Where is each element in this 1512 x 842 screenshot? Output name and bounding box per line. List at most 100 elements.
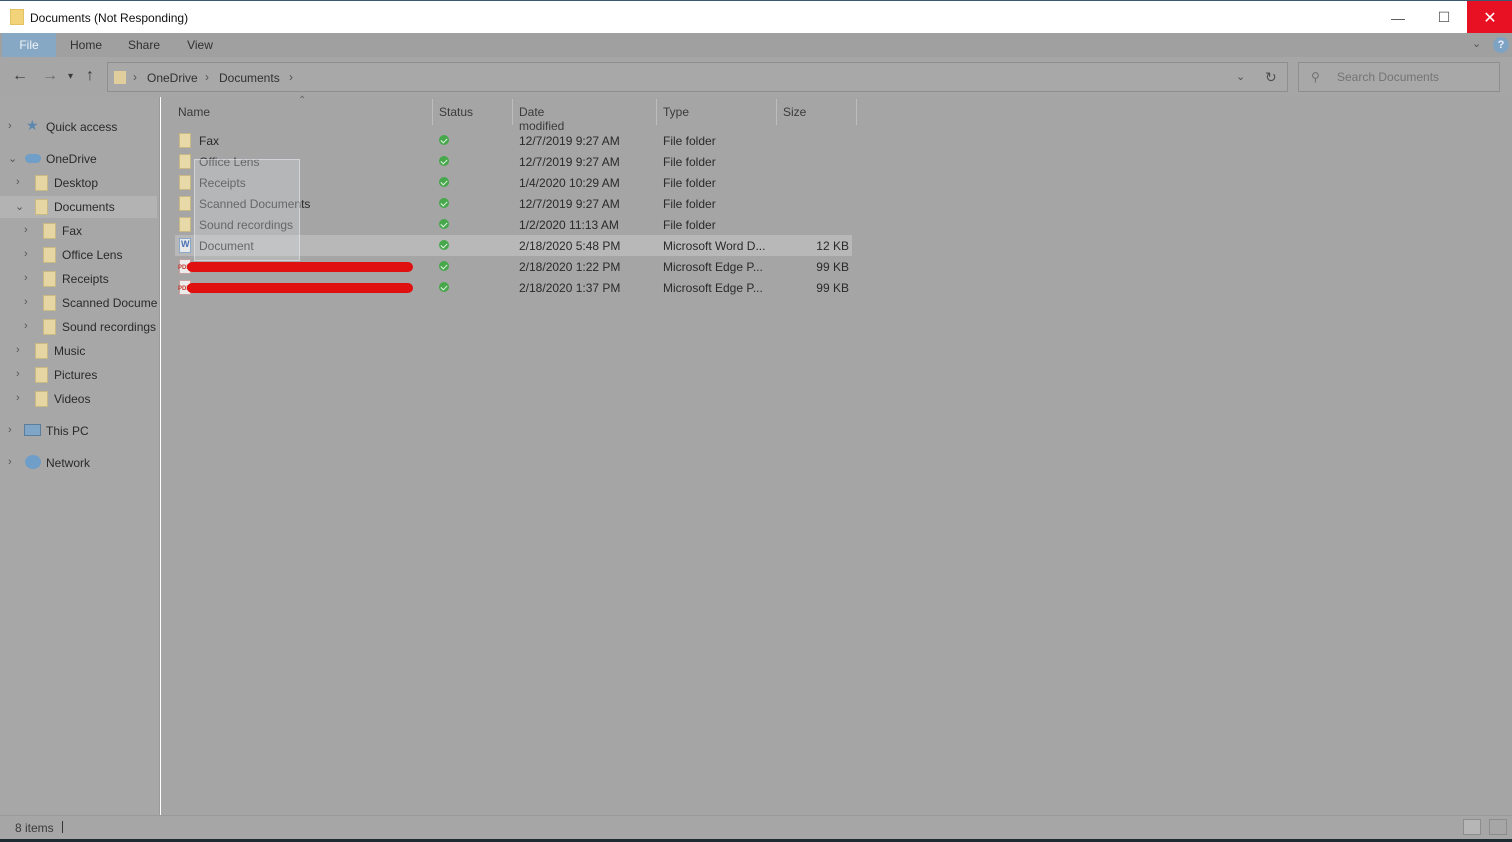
sidebar-item-onedrive[interactable]: ⌄ OneDrive (0, 148, 157, 170)
sidebar-item-network[interactable]: › Network (0, 452, 157, 474)
sidebar-item-label: Office Lens (62, 248, 123, 262)
item-count: 8 items (15, 821, 54, 835)
sidebar-item-label: Fax (62, 224, 83, 238)
star-icon: ★ (26, 117, 39, 133)
address-bar[interactable]: › OneDrive › Documents › ⌄ ↻ (107, 62, 1288, 92)
column-divider[interactable] (776, 99, 777, 125)
file-name: Fax (199, 134, 220, 148)
file-type: File folder (663, 134, 716, 148)
up-arrow-icon[interactable]: ↑ (86, 67, 94, 85)
recent-locations-chevron-icon[interactable]: ▾ (68, 71, 73, 82)
tab-share[interactable]: Share (118, 33, 170, 57)
large-icons-view-icon[interactable] (1489, 819, 1507, 835)
sidebar-item-scanned-documents[interactable]: › Scanned Documents (0, 292, 157, 314)
synced-check-icon (439, 156, 449, 166)
folder-icon (179, 133, 191, 148)
sidebar-item-sound-recordings[interactable]: › Sound recordings (0, 316, 157, 338)
column-header-type[interactable]: Type (663, 105, 689, 119)
folder-icon (10, 9, 24, 25)
word-document-icon (179, 238, 191, 253)
folder-icon (179, 154, 191, 169)
chevron-right-icon[interactable]: › (24, 296, 28, 308)
table-row[interactable]: Fax 12/7/2019 9:27 AM File folder (175, 130, 852, 151)
tab-file[interactable]: File (2, 33, 56, 57)
column-divider[interactable] (856, 99, 857, 125)
chevron-right-icon[interactable]: › (16, 344, 20, 356)
breadcrumb-separator-icon[interactable]: › (133, 70, 137, 84)
tab-home[interactable]: Home (60, 33, 112, 57)
folder-icon (35, 367, 48, 383)
breadcrumb-documents[interactable]: Documents (219, 71, 280, 85)
sidebar-item-office-lens[interactable]: › Office Lens (0, 244, 157, 266)
folder-icon (35, 391, 48, 407)
back-arrow-icon[interactable]: ← (12, 67, 28, 85)
minimize-button[interactable]: — (1375, 1, 1421, 34)
folder-icon (43, 295, 56, 311)
expand-ribbon-icon[interactable]: ⌄ (1472, 37, 1481, 50)
chevron-right-icon[interactable]: › (16, 176, 20, 188)
file-type: File folder (663, 176, 716, 190)
redaction-mark (187, 283, 413, 293)
column-header-status[interactable]: Status (439, 105, 473, 119)
chevron-down-icon[interactable]: ⌄ (1236, 70, 1245, 83)
file-size: 12 KB (816, 239, 849, 253)
sidebar-item-music[interactable]: › Music (0, 340, 157, 362)
chevron-right-icon[interactable]: › (24, 224, 28, 236)
column-divider[interactable] (512, 99, 513, 125)
folder-icon (43, 247, 56, 263)
sidebar-item-pictures[interactable]: › Pictures (0, 364, 157, 386)
search-box[interactable]: ⚲ (1298, 62, 1500, 92)
synced-check-icon (439, 240, 449, 250)
folder-icon (43, 223, 56, 239)
search-input[interactable] (1337, 69, 1487, 85)
breadcrumb-separator-icon[interactable]: › (289, 70, 293, 84)
details-view-icon[interactable] (1463, 819, 1481, 835)
column-header-name[interactable]: Name (178, 105, 210, 119)
sidebar-item-documents[interactable]: ⌄ Documents (0, 196, 157, 218)
sidebar-item-label: Scanned Documents (62, 296, 157, 310)
breadcrumb-onedrive[interactable]: OneDrive (147, 71, 198, 85)
chevron-right-icon[interactable]: › (16, 368, 20, 380)
navigation-pane: › ★ Quick access ⌄ OneDrive › Desktop ⌄ … (0, 97, 160, 815)
sidebar-item-this-pc[interactable]: › This PC (0, 420, 157, 442)
chevron-down-icon[interactable]: ⌄ (15, 200, 24, 213)
help-icon[interactable]: ? (1493, 37, 1509, 53)
redaction-mark (187, 262, 413, 272)
chevron-right-icon[interactable]: › (24, 320, 28, 332)
sidebar-item-videos[interactable]: › Videos (0, 388, 157, 410)
forward-arrow-icon[interactable]: → (42, 67, 58, 85)
sidebar-item-label: Desktop (54, 176, 99, 190)
breadcrumb-separator-icon[interactable]: › (205, 70, 209, 84)
chevron-right-icon[interactable]: › (8, 424, 12, 436)
column-header-size[interactable]: Size (783, 105, 806, 119)
chevron-down-icon[interactable]: ⌄ (8, 152, 17, 165)
table-row[interactable]: 2/18/2020 1:37 PM Microsoft Edge P... 99… (175, 277, 852, 298)
folder-icon (43, 271, 56, 287)
folder-icon (35, 175, 48, 191)
sidebar-item-receipts[interactable]: › Receipts (0, 268, 157, 290)
sidebar-item-desktop[interactable]: › Desktop (0, 172, 157, 194)
sidebar-item-label: Pictures (54, 368, 98, 382)
sidebar-item-fax[interactable]: › Fax (0, 220, 157, 242)
tab-view[interactable]: View (176, 33, 224, 57)
column-divider[interactable] (432, 99, 433, 125)
chevron-right-icon[interactable]: › (8, 456, 12, 468)
file-date: 1/4/2020 10:29 AM (519, 176, 620, 190)
column-header-date-modified[interactable]: Date modified (519, 105, 564, 133)
folder-icon (179, 217, 191, 232)
close-button[interactable]: ✕ (1467, 1, 1512, 34)
chevron-right-icon[interactable]: › (8, 120, 12, 132)
address-row: ← → ▾ ↑ › OneDrive › Documents › ⌄ ↻ ⚲ (0, 57, 1512, 97)
sidebar-item-label: Network (46, 456, 91, 470)
column-divider[interactable] (656, 99, 657, 125)
file-type: File folder (663, 218, 716, 232)
sort-ascending-icon: ⌃ (298, 95, 307, 106)
sidebar-item-quick-access[interactable]: › ★ Quick access (0, 116, 157, 138)
chevron-right-icon[interactable]: › (24, 248, 28, 260)
sidebar-item-label: OneDrive (46, 152, 97, 166)
chevron-right-icon[interactable]: › (16, 392, 20, 404)
maximize-button[interactable]: ☐ (1421, 1, 1467, 34)
sidebar-item-label: Sound recordings (62, 320, 157, 334)
refresh-icon[interactable]: ↻ (1265, 69, 1277, 86)
chevron-right-icon[interactable]: › (24, 272, 28, 284)
